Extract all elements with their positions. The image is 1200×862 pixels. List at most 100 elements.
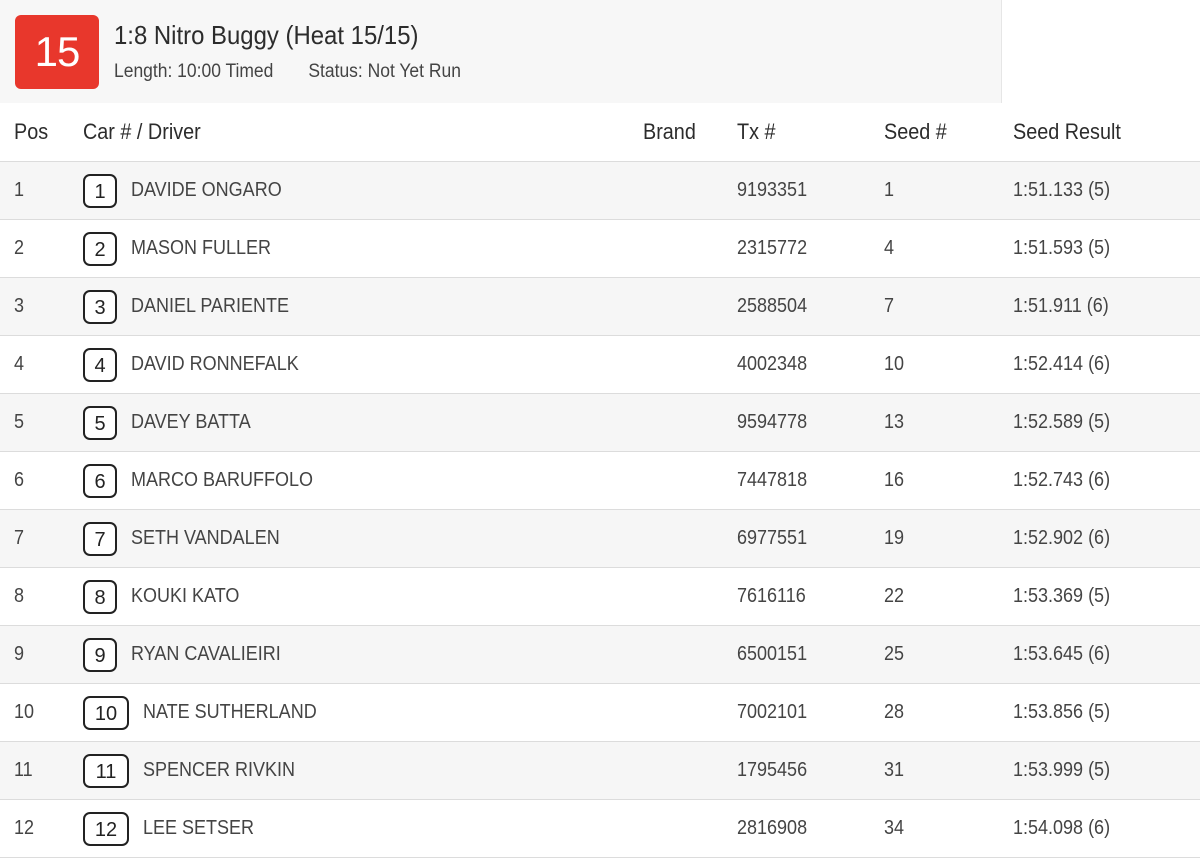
column-header-tx: Tx # [737, 103, 884, 162]
car-number-badge: 12 [83, 811, 129, 846]
table-row: 8 8 KOUKI KATO 7616116 22 1:53.369 (5) [0, 567, 1200, 626]
tx-cell: 2588504 [737, 277, 884, 336]
tx-cell: 9193351 [737, 161, 884, 220]
brand-cell [643, 161, 737, 220]
table-row: 1 1 DAVIDE ONGARO 9193351 1 1:51.133 (5) [0, 161, 1200, 220]
seed-cell: 28 [884, 683, 1013, 742]
pos-cell: 3 [0, 277, 83, 336]
car-number-badge: 1 [83, 173, 117, 208]
pos-cell: 4 [0, 335, 83, 394]
pos-cell: 11 [0, 741, 83, 800]
tx-cell: 7002101 [737, 683, 884, 742]
tx-cell: 1795456 [737, 741, 884, 800]
table-header-row: Pos Car # / Driver Brand Tx # Seed # See… [0, 103, 1200, 162]
driver-name: SETH VANDALEN [131, 527, 280, 549]
seed-cell: 25 [884, 625, 1013, 684]
seed-result-cell: 1:53.999 (5) [1013, 741, 1200, 800]
driver-name: DANIEL PARIENTE [131, 295, 290, 317]
heat-header: 15 1:8 Nitro Buggy (Heat 15/15) Length: … [0, 0, 1002, 103]
pos-cell: 7 [0, 509, 83, 568]
pos-cell: 8 [0, 567, 83, 626]
car-driver-cell: 4 DAVID RONNEFALK [83, 335, 643, 394]
table-body: 1 1 DAVIDE ONGARO 9193351 1 1:51.133 (5) 2 2 MAS… [0, 161, 1200, 858]
car-driver-cell: 12 LEE SETSER [83, 799, 643, 858]
table-row: 6 6 MARCO BARUFFOLO 7447818 16 1:52.743 (6) [0, 451, 1200, 510]
pos-cell: 5 [0, 393, 83, 452]
driver-name: KOUKI KATO [131, 585, 240, 607]
car-driver-cell: 7 SETH VANDALEN [83, 509, 643, 568]
seed-result-cell: 1:53.645 (6) [1013, 625, 1200, 684]
brand-cell [643, 567, 737, 626]
seed-cell: 1 [884, 161, 1013, 220]
tx-cell: 7447818 [737, 451, 884, 510]
seed-cell: 10 [884, 335, 1013, 394]
car-number-badge: 5 [83, 405, 117, 440]
heat-entries-table: Pos Car # / Driver Brand Tx # Seed # See… [0, 103, 1200, 858]
driver-name: MARCO BARUFFOLO [131, 469, 314, 491]
seed-cell: 7 [884, 277, 1013, 336]
seed-result-cell: 1:53.856 (5) [1013, 683, 1200, 742]
table-row: 9 9 RYAN CAVALIEIRI 6500151 25 1:53.645 (6) [0, 625, 1200, 684]
driver-name: SPENCER RIVKIN [143, 759, 296, 781]
seed-result-cell: 1:52.589 (5) [1013, 393, 1200, 452]
table-row: 3 3 DANIEL PARIENTE 2588504 7 1:51.911 (6) [0, 277, 1200, 336]
car-number-badge: 11 [83, 753, 129, 788]
seed-result-cell: 1:54.098 (6) [1013, 799, 1200, 858]
brand-cell [643, 683, 737, 742]
seed-result-cell: 1:52.414 (6) [1013, 335, 1200, 394]
tx-cell: 2816908 [737, 799, 884, 858]
seed-cell: 22 [884, 567, 1013, 626]
table-row: 12 12 LEE SETSER 2816908 34 1:54.098 (6) [0, 799, 1200, 858]
brand-cell [643, 219, 737, 278]
table-row: 7 7 SETH VANDALEN 6977551 19 1:52.902 (6) [0, 509, 1200, 568]
seed-result-cell: 1:51.593 (5) [1013, 219, 1200, 278]
column-header-car-driver: Car # / Driver [83, 103, 643, 162]
seed-cell: 4 [884, 219, 1013, 278]
brand-cell [643, 509, 737, 568]
car-number-badge: 3 [83, 289, 117, 324]
tx-cell: 7616116 [737, 567, 884, 626]
tx-cell: 4002348 [737, 335, 884, 394]
car-number-badge: 7 [83, 521, 117, 556]
seed-result-cell: 1:53.369 (5) [1013, 567, 1200, 626]
brand-cell [643, 393, 737, 452]
tx-cell: 2315772 [737, 219, 884, 278]
car-number-badge: 10 [83, 695, 129, 730]
driver-name: DAVEY BATTA [131, 411, 251, 433]
seed-result-cell: 1:51.911 (6) [1013, 277, 1200, 336]
brand-cell [643, 741, 737, 800]
pos-cell: 1 [0, 161, 83, 220]
driver-name: RYAN CAVALIEIRI [131, 643, 281, 665]
table-row: 10 10 NATE SUTHERLAND 7002101 28 1:53.856 (5) [0, 683, 1200, 742]
car-driver-cell: 2 MASON FULLER [83, 219, 643, 278]
car-number-badge: 8 [83, 579, 117, 614]
table-row: 2 2 MASON FULLER 2315772 4 1:51.593 (5) [0, 219, 1200, 278]
seed-cell: 34 [884, 799, 1013, 858]
car-driver-cell: 6 MARCO BARUFFOLO [83, 451, 643, 510]
driver-name: DAVID RONNEFALK [131, 353, 299, 375]
car-driver-cell: 11 SPENCER RIVKIN [83, 741, 643, 800]
car-driver-cell: 3 DANIEL PARIENTE [83, 277, 643, 336]
car-number-badge: 2 [83, 231, 117, 266]
seed-cell: 16 [884, 451, 1013, 510]
pos-cell: 6 [0, 451, 83, 510]
seed-cell: 31 [884, 741, 1013, 800]
heat-meta: Length: 10:00 Timed Status: Not Yet Run [114, 61, 496, 83]
heat-number-badge: 15 [15, 15, 99, 89]
heat-status: Status: Not Yet Run [308, 61, 461, 82]
seed-result-cell: 1:51.133 (5) [1013, 161, 1200, 220]
driver-name: DAVIDE ONGARO [131, 179, 282, 201]
driver-name: LEE SETSER [143, 817, 255, 839]
pos-cell: 10 [0, 683, 83, 742]
seed-cell: 13 [884, 393, 1013, 452]
driver-name: MASON FULLER [131, 237, 272, 259]
brand-cell [643, 277, 737, 336]
pos-cell: 2 [0, 219, 83, 278]
heat-length: Length: 10:00 Timed [114, 61, 274, 82]
heat-title: 1:8 Nitro Buggy (Heat 15/15) [114, 20, 419, 50]
table-row: 11 11 SPENCER RIVKIN 1795456 31 1:53.999 (5) [0, 741, 1200, 800]
brand-cell [643, 335, 737, 394]
brand-cell [643, 451, 737, 510]
tx-cell: 9594778 [737, 393, 884, 452]
pos-cell: 12 [0, 799, 83, 858]
